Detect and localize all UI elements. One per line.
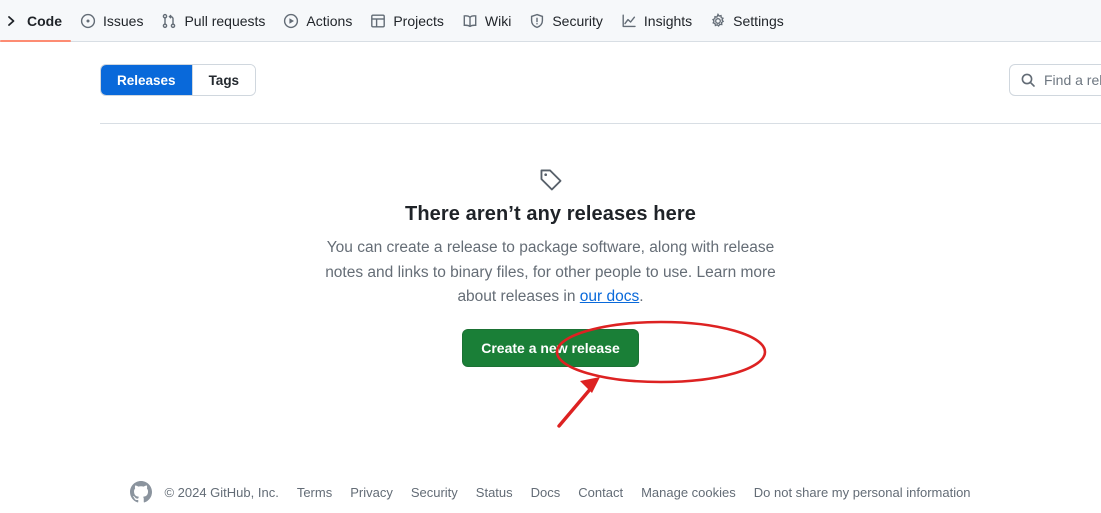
footer-link-docs[interactable]: Docs bbox=[531, 485, 561, 500]
tab-releases[interactable]: Releases bbox=[101, 65, 192, 95]
footer-link-manage-cookies[interactable]: Manage cookies bbox=[641, 485, 736, 500]
nav-item-label: Security bbox=[552, 12, 603, 29]
nav-item-issues[interactable]: Issues bbox=[71, 0, 152, 41]
find-a-release-search[interactable] bbox=[1009, 64, 1101, 96]
footer-copyright: © 2024 GitHub, Inc. bbox=[164, 484, 279, 500]
graph-icon bbox=[621, 13, 637, 29]
nav-item-settings[interactable]: Settings bbox=[701, 0, 793, 41]
issue-opened-icon bbox=[80, 13, 96, 29]
tab-tags[interactable]: Tags bbox=[192, 65, 256, 95]
releases-empty-state: There aren’t any releases here You can c… bbox=[0, 167, 1101, 367]
releases-tags-segmented-control: Releases Tags bbox=[100, 64, 257, 96]
create-a-new-release-button[interactable]: Create a new release bbox=[462, 328, 639, 367]
content-divider bbox=[100, 123, 1101, 124]
nav-item-code[interactable]: Code bbox=[0, 0, 71, 42]
nav-item-label: Actions bbox=[306, 12, 353, 29]
description-part-2: . bbox=[639, 288, 644, 305]
repo-nav-bar: Code Issues Pull requests Actions Projec… bbox=[0, 0, 1101, 42]
nav-item-projects[interactable]: Projects bbox=[361, 0, 453, 41]
nav-item-label: Wiki bbox=[484, 12, 512, 29]
footer-link-privacy[interactable]: Privacy bbox=[350, 485, 393, 500]
footer-link-do-not-share[interactable]: Do not share my personal information bbox=[754, 485, 971, 500]
empty-state-description: You can create a release to package soft… bbox=[316, 236, 786, 310]
search-input[interactable] bbox=[1044, 72, 1101, 88]
nav-item-wiki[interactable]: Wiki bbox=[453, 0, 520, 41]
table-icon bbox=[370, 13, 386, 29]
nav-item-label: Settings bbox=[733, 12, 784, 29]
git-pull-request-icon bbox=[161, 13, 177, 29]
nav-item-label: Code bbox=[27, 12, 62, 29]
nav-item-label: Projects bbox=[393, 12, 444, 29]
footer-link-terms[interactable]: Terms bbox=[297, 485, 332, 500]
page-title: There aren’t any releases here bbox=[405, 203, 696, 225]
search-icon bbox=[1020, 72, 1036, 88]
nav-item-label: Pull requests bbox=[184, 12, 266, 29]
tag-icon bbox=[0, 167, 1101, 193]
gear-icon bbox=[710, 12, 726, 29]
nav-item-actions[interactable]: Actions bbox=[274, 0, 361, 41]
nav-item-label: Insights bbox=[643, 12, 693, 29]
book-icon bbox=[462, 13, 478, 29]
description-part-1: You can create a release to package soft… bbox=[325, 239, 776, 305]
empty-state-action: Create a new release bbox=[0, 328, 1101, 367]
our-docs-link[interactable]: our docs bbox=[580, 288, 639, 305]
code-chevron-icon bbox=[4, 13, 20, 29]
nav-item-pull-requests[interactable]: Pull requests bbox=[152, 0, 274, 41]
page-footer: © 2024 GitHub, Inc. Terms Privacy Securi… bbox=[0, 481, 1101, 503]
nav-item-insights[interactable]: Insights bbox=[612, 0, 701, 41]
footer-link-contact[interactable]: Contact bbox=[578, 485, 623, 500]
footer-link-security[interactable]: Security bbox=[411, 485, 458, 500]
nav-item-label: Issues bbox=[103, 12, 144, 29]
github-mark-icon bbox=[130, 481, 153, 503]
shield-icon bbox=[529, 13, 545, 29]
annotation-arrow bbox=[557, 377, 600, 428]
nav-item-security[interactable]: Security bbox=[520, 0, 612, 41]
footer-link-status[interactable]: Status bbox=[476, 485, 513, 500]
play-icon bbox=[283, 13, 299, 29]
releases-toolbar: Releases Tags bbox=[100, 64, 1101, 98]
